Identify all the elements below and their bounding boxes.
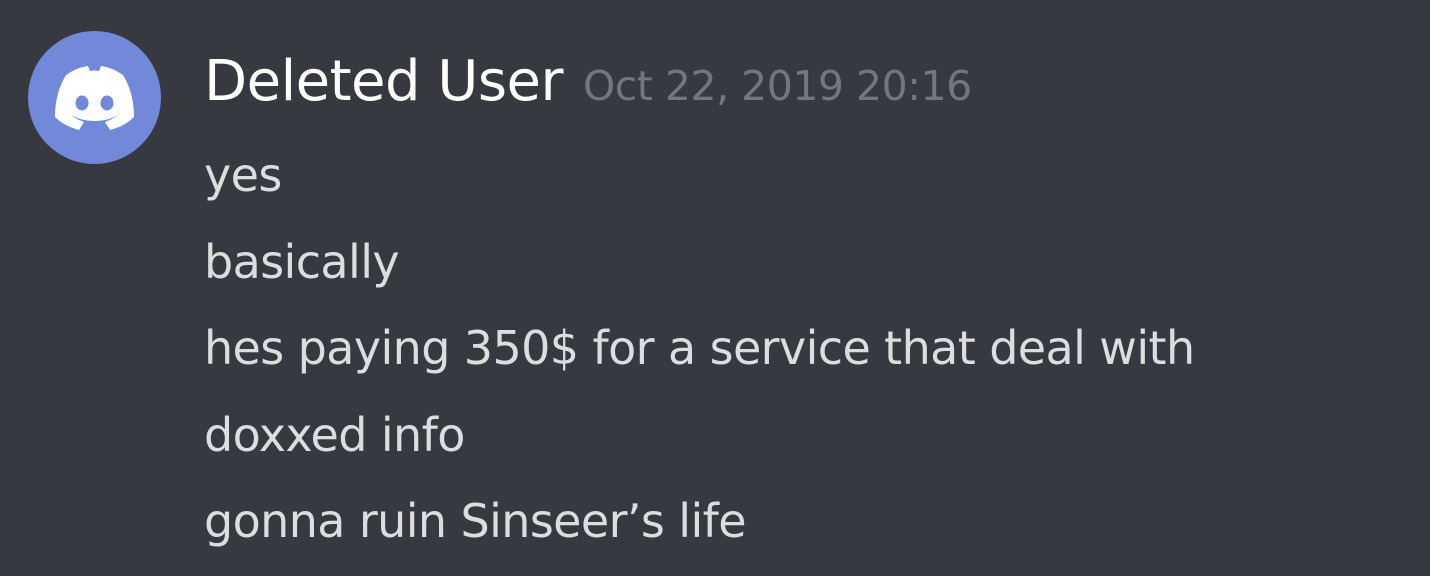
- discord-logo-icon: [55, 66, 134, 130]
- message-line: hes paying 350$ for a service that deal …: [204, 321, 1195, 376]
- chat-message: Deleted User Oct 22, 2019 20:16 yes basic…: [0, 0, 1430, 576]
- message-line: doxxed info: [204, 407, 465, 462]
- message-header: Deleted User Oct 22, 2019 20:16: [204, 42, 972, 122]
- timestamp: Oct 22, 2019 20:16: [582, 62, 972, 110]
- username[interactable]: Deleted User: [204, 49, 563, 114]
- message-line: basically: [204, 234, 400, 289]
- message-line: yes: [204, 148, 282, 202]
- avatar[interactable]: [28, 31, 161, 164]
- message-content: yes basically hes paying 350$ for a serv…: [204, 132, 1404, 565]
- message-line: gonna ruin Sinseer’s life: [204, 494, 747, 549]
